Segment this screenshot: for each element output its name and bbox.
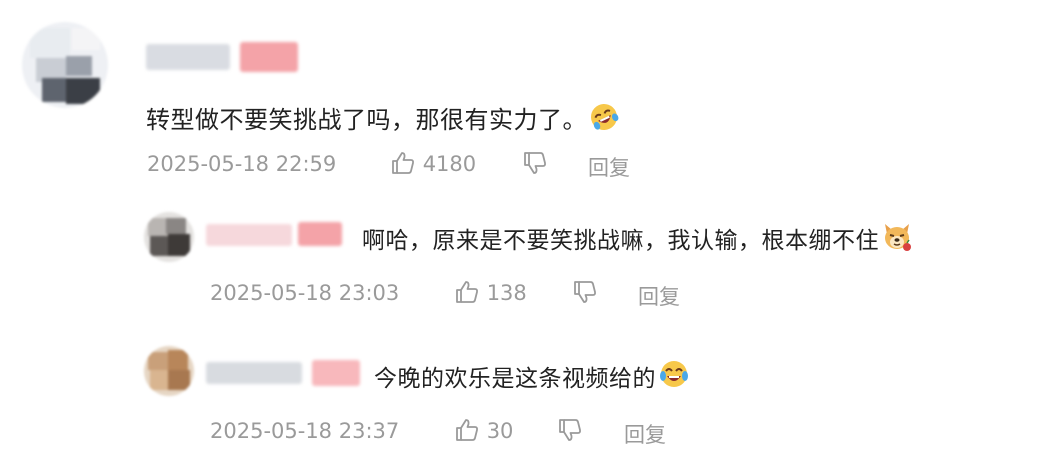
username[interactable]: [206, 362, 302, 384]
comment-timestamp: 2025-05-18 22:59: [147, 152, 337, 176]
comment-body: 转型做不要笑挑战了吗，那很有实力了。: [146, 106, 587, 134]
dislike-button[interactable]: [522, 150, 548, 176]
dislike-button[interactable]: [572, 279, 598, 305]
thumbs-up-icon: [454, 417, 480, 443]
comment-text: 今晚的欢乐是这条视频给的: [374, 358, 690, 396]
comment-text: 啊哈，原来是不要笑挑战嘛，我认输，根本绷不住: [362, 220, 913, 258]
reply-button[interactable]: 回复: [624, 419, 666, 449]
thumbs-down-icon: [522, 150, 548, 176]
reply-button[interactable]: 回复: [588, 152, 630, 182]
like-count: 4180: [422, 152, 477, 176]
tears-of-joy-emoji: [658, 358, 690, 396]
user-badge: [312, 360, 360, 386]
thumbs-down-icon: [572, 279, 598, 305]
rolling-on-floor-laughing-emoji: [589, 102, 619, 138]
comment-body: 啊哈，原来是不要笑挑战嘛，我认输，根本绷不住: [362, 228, 879, 254]
avatar[interactable]: [22, 22, 108, 108]
thumbs-up-icon: [454, 279, 480, 305]
comment-timestamp: 2025-05-18 23:03: [210, 281, 400, 305]
thumbs-up-icon: [390, 150, 416, 176]
dog-face-emoji: [881, 220, 913, 258]
like-button[interactable]: 30: [454, 417, 513, 443]
comment-text: 转型做不要笑挑战了吗，那很有实力了。: [146, 100, 619, 138]
like-button[interactable]: 138: [454, 279, 527, 305]
comment-body: 今晚的欢乐是这条视频给的: [374, 366, 656, 392]
avatar[interactable]: [144, 212, 194, 262]
like-count: 138: [486, 281, 527, 305]
like-button[interactable]: 4180: [390, 150, 476, 176]
username[interactable]: [206, 224, 292, 246]
avatar[interactable]: [144, 346, 194, 396]
user-badge: [240, 42, 298, 72]
username[interactable]: [146, 44, 230, 70]
user-badge: [298, 222, 342, 246]
thumbs-down-icon: [557, 417, 583, 443]
reply-button[interactable]: 回复: [638, 281, 680, 311]
dislike-button[interactable]: [557, 417, 583, 443]
comment-timestamp: 2025-05-18 23:37: [210, 419, 400, 443]
like-count: 30: [486, 419, 514, 443]
